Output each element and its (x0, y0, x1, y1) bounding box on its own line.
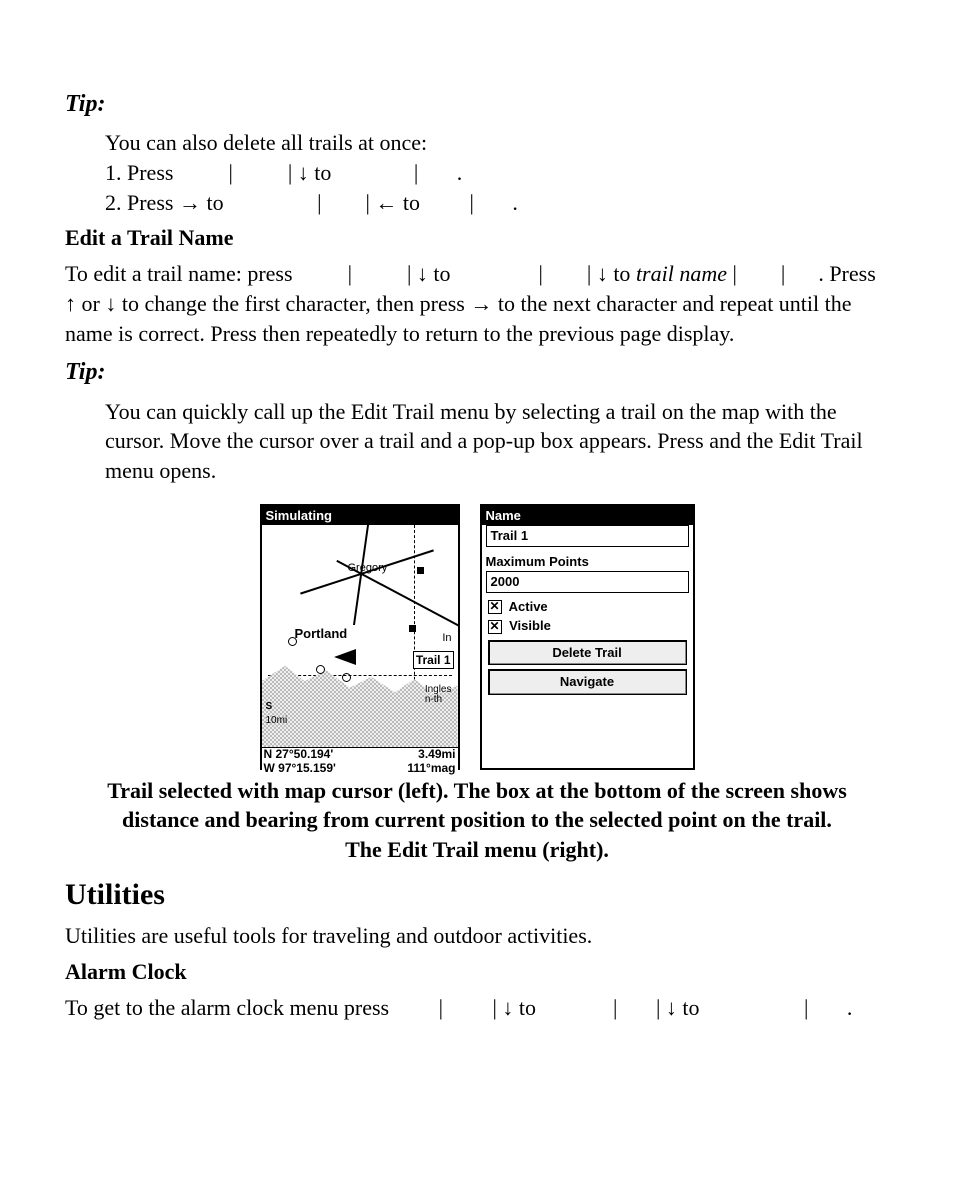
text: to change the first character, then pres… (122, 291, 471, 316)
text: to (433, 261, 450, 286)
down-arrow-icon: ↓ (597, 261, 608, 286)
separator: | (493, 995, 497, 1020)
map-scale: S 10mi (266, 700, 288, 727)
separator: | (414, 160, 418, 185)
text: 10mi (266, 715, 288, 726)
text: To edit a trail name: press (65, 261, 293, 286)
down-arrow-icon: ↓ (298, 160, 309, 185)
active-checkbox[interactable]: Active (482, 597, 693, 617)
alarm-clock-body: To get to the alarm clock menu press | |… (65, 993, 889, 1023)
right-arrow-icon: → (179, 190, 201, 215)
map-label-ingles: Ingles n-th (425, 685, 452, 705)
up-arrow-icon: ↑ (65, 291, 76, 316)
separator: | (288, 160, 292, 185)
separator: | (317, 190, 321, 215)
coord-n: N 27°50.194' (264, 748, 336, 762)
separator: | (539, 261, 543, 286)
map-point-icon (316, 665, 325, 674)
tip-heading-1: Tip: (65, 88, 889, 120)
map-marker-icon (417, 567, 424, 574)
max-points-input[interactable]: 2000 (486, 571, 689, 593)
separator: | (365, 190, 369, 215)
separator: | (613, 995, 617, 1020)
edit-trail-heading: Edit a Trail Name (65, 223, 889, 253)
map-marker-icon (409, 625, 416, 632)
separator: | (587, 261, 591, 286)
trail-pointer-icon (334, 649, 356, 665)
down-arrow-icon: ↓ (105, 291, 116, 316)
map-label-gregory: Gregory (348, 561, 388, 576)
checkbox-label: Visible (509, 618, 551, 633)
text: to (682, 995, 699, 1020)
sim-header: Simulating (262, 506, 458, 526)
text: n-th (425, 694, 442, 705)
separator: | (439, 995, 443, 1020)
coord-bar: N 27°50.194' W 97°15.159' 3.49mi 111°mag (262, 747, 458, 776)
checkbox-label: Active (509, 599, 548, 614)
trail-popup: Trail 1 (413, 651, 454, 669)
text: to (519, 995, 536, 1020)
text: 2. Press (105, 190, 179, 215)
figure-row: Simulating Gregory Portland In Ingles n-… (65, 504, 889, 770)
max-points-label: Maximum Points (482, 551, 693, 572)
map-point-icon (288, 637, 297, 646)
separator: | (733, 261, 737, 286)
text: . Press (818, 261, 875, 286)
tip1-step1: 1. Press | | ↓ to | . (105, 158, 889, 188)
text: . (457, 160, 463, 185)
text: . (847, 995, 853, 1020)
text: or (82, 291, 106, 316)
text: To get to the alarm clock menu press (65, 995, 389, 1020)
down-arrow-icon: ↓ (417, 261, 428, 286)
utilities-intro: Utilities are useful tools for traveling… (65, 921, 889, 951)
separator: | (348, 261, 352, 286)
edit-trail-menu-screenshot: Name Trail 1 Maximum Points 2000 Active … (480, 504, 695, 770)
map-screenshot: Simulating Gregory Portland In Ingles n-… (260, 504, 460, 770)
tip2-body: You can quickly call up the Edit Trail m… (105, 397, 889, 486)
bearing-value: 111°mag (407, 762, 455, 776)
map-label-in: In (442, 631, 451, 646)
left-arrow-icon: ← (375, 190, 397, 215)
separator: | (781, 261, 785, 286)
name-input[interactable]: Trail 1 (486, 525, 689, 547)
distance-value: 3.49mi (407, 748, 455, 762)
checkbox-icon (488, 600, 502, 614)
tip1-intro: You can also delete all trails at once: (105, 128, 889, 158)
map-area: Gregory Portland In Ingles n-th Trail 1 … (262, 525, 458, 747)
tip-heading-2: Tip: (65, 356, 889, 388)
separator: | (656, 995, 660, 1020)
text: 1. Press (105, 160, 173, 185)
delete-trail-button[interactable]: Delete Trail (488, 640, 687, 666)
text: to (206, 190, 223, 215)
alarm-clock-heading: Alarm Clock (65, 957, 889, 987)
separator: | (407, 261, 411, 286)
tip1-step2: 2. Press → to | | ← to | . (105, 188, 889, 218)
map-label-portland: Portland (294, 625, 349, 643)
text: S (266, 701, 273, 712)
edit-trail-body: To edit a trail name: press | | ↓ to | |… (65, 259, 889, 348)
visible-checkbox[interactable]: Visible (482, 616, 693, 636)
trail-name-placeholder: trail name (636, 261, 727, 286)
text: . (512, 190, 518, 215)
figure-caption: Trail selected with map cursor (left). T… (105, 776, 849, 865)
separator: | (804, 995, 808, 1020)
separator: | (228, 160, 232, 185)
map-point-icon (342, 673, 351, 682)
name-label: Name (482, 506, 693, 526)
tip1-body: You can also delete all trails at once: … (105, 128, 889, 217)
text: to (613, 261, 636, 286)
navigate-button[interactable]: Navigate (488, 669, 687, 695)
text: to (314, 160, 331, 185)
right-arrow-icon: → (470, 291, 492, 316)
text: to (403, 190, 420, 215)
down-arrow-icon: ↓ (666, 995, 677, 1020)
utilities-heading: Utilities (65, 875, 889, 916)
down-arrow-icon: ↓ (502, 995, 513, 1020)
checkbox-icon (488, 620, 502, 634)
separator: | (470, 190, 474, 215)
coord-w: W 97°15.159' (264, 762, 336, 776)
